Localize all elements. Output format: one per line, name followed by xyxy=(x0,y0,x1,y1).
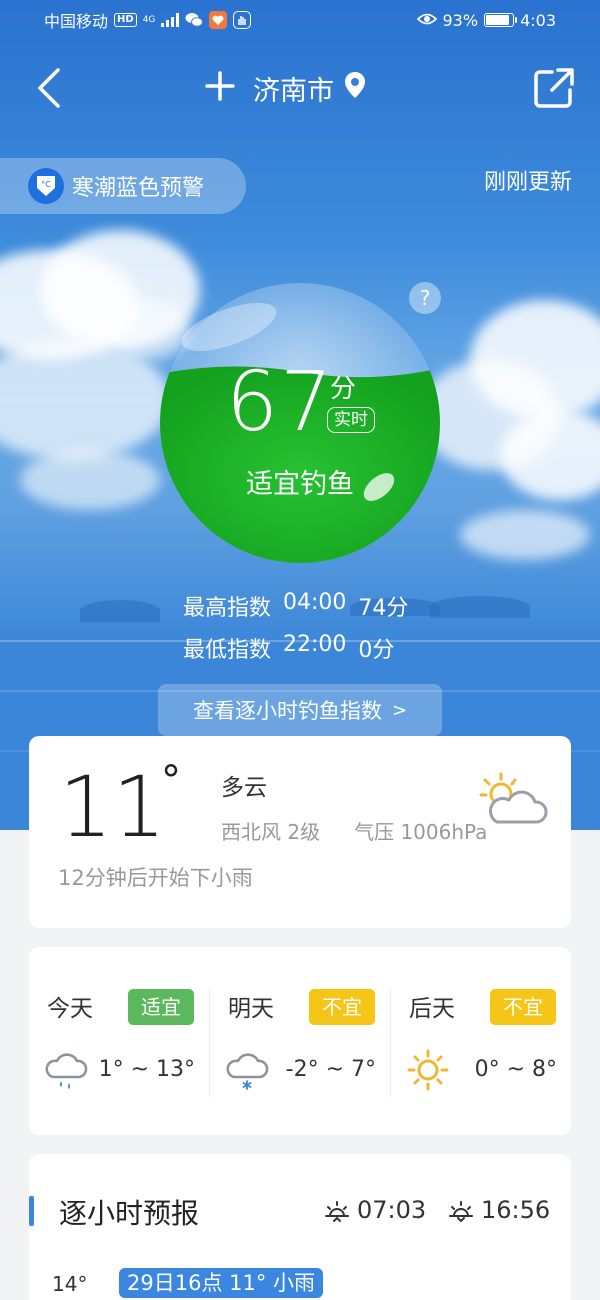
score-unit: 分 xyxy=(330,374,357,404)
help-button[interactable]: ? xyxy=(409,282,441,314)
network-type: 4G xyxy=(142,14,156,25)
partly-cloudy-icon xyxy=(475,770,549,834)
min-index-value: 0分 xyxy=(358,638,395,663)
health-app-icon xyxy=(209,11,228,29)
forecast-day-label: 后天 xyxy=(409,996,455,1022)
fishing-level-label: 适宜钓鱼 xyxy=(246,469,354,500)
share-button[interactable] xyxy=(532,66,576,110)
battery-percent: 93% xyxy=(442,10,479,30)
fishing-suitability-badge: 不宜 xyxy=(309,989,375,1025)
carrier-name: 中国移动 xyxy=(44,12,109,31)
hourly-fishing-index-button[interactable]: 查看逐小时钓鱼指数 > xyxy=(158,684,442,736)
hourly-fishing-index-label: 查看逐小时钓鱼指数 xyxy=(192,699,382,723)
wind-pressure-row: 西北风 2级 气压 1006hPa xyxy=(221,816,487,845)
sunset-icon xyxy=(449,1201,473,1223)
add-city-icon[interactable] xyxy=(205,68,235,108)
current-condition: 多云 xyxy=(221,775,267,801)
sunset-time: 16:56 xyxy=(447,1196,550,1224)
island xyxy=(80,600,160,622)
forecast-day-after[interactable]: 后天 不宜 0° ~ 8° xyxy=(391,947,571,1135)
hourly-forecast-card: 逐小时预报 07:03 16:56 14° 29日16点 11° 小雨 xyxy=(29,1154,571,1300)
rain-notice: 12分钟后开始下小雨 xyxy=(58,866,253,890)
city-selector[interactable]: 济南市 xyxy=(205,66,366,110)
gesture-icon xyxy=(233,11,252,29)
sunny-icon xyxy=(405,1047,451,1093)
share-icon xyxy=(534,68,574,108)
cloud xyxy=(460,510,590,560)
back-button[interactable] xyxy=(32,66,66,110)
light-rain-icon xyxy=(43,1047,89,1093)
chevron-left-icon xyxy=(38,68,60,108)
hourly-tooltip: 29日16点 11° 小雨 xyxy=(119,1268,324,1298)
forecast-temp-range: 1° ~ 13° xyxy=(98,1057,195,1082)
realtime-badge: 实时 xyxy=(327,407,375,433)
forecast-today[interactable]: 今天 适宜 1° ~ 13° xyxy=(29,947,209,1135)
section-accent-bar xyxy=(29,1196,34,1226)
chevron-right-icon: > xyxy=(391,699,408,721)
forecast-temp-range: -2° ~ 7° xyxy=(285,1057,376,1082)
status-bar: 中国移动 HD 4G 93% 4:03 xyxy=(0,0,600,40)
wechat-icon xyxy=(185,11,204,29)
signal-icon xyxy=(161,13,180,27)
snow-icon xyxy=(224,1047,270,1093)
max-index-time: 04:00 xyxy=(283,590,347,615)
alert-label: 寒潮蓝色预警 xyxy=(72,176,205,201)
status-bar-right: 93% 4:03 xyxy=(416,10,556,30)
svg-text:°C: °C xyxy=(41,180,51,189)
forecast-day-label: 今天 xyxy=(47,996,93,1022)
hourly-temp-scale-label: 14° xyxy=(52,1272,88,1296)
max-index-label: 最高指数 xyxy=(183,596,272,621)
pressure-info: 气压 1006hPa xyxy=(354,820,488,844)
min-index-time: 22:00 xyxy=(283,632,347,657)
location-pin-icon xyxy=(344,71,366,106)
eye-comfort-icon xyxy=(416,11,437,30)
city-name: 济南市 xyxy=(253,75,334,107)
wind-info: 西北风 2级 xyxy=(221,820,321,844)
cold-wave-warning-icon: °C xyxy=(28,168,64,204)
sunset-value: 16:56 xyxy=(481,1196,551,1224)
degree-symbol: ° xyxy=(161,758,181,804)
hourly-forecast-title: 逐小时预报 xyxy=(59,1197,200,1230)
sunrise-time: 07:03 xyxy=(323,1196,426,1224)
min-index-row: 最低指数 22:00 0分 xyxy=(183,632,394,664)
fishing-score-value: 67 xyxy=(226,355,335,450)
app-header: 济南市 xyxy=(0,58,600,118)
hd-badge: HD xyxy=(114,13,137,27)
current-weather-card[interactable]: 11 ° 多云 西北风 2级 气压 1006hPa 12分钟后开始下小雨 xyxy=(29,736,571,928)
cold-wave-alert-button[interactable]: °C 寒潮蓝色预警 xyxy=(0,158,246,214)
status-bar-left: 中国移动 HD 4G xyxy=(44,8,252,32)
current-temperature: 11 xyxy=(59,758,166,856)
island xyxy=(430,596,530,618)
fishing-suitability-badge: 适宜 xyxy=(128,989,194,1025)
sunrise-value: 07:03 xyxy=(357,1196,427,1224)
battery-fill xyxy=(486,15,510,25)
three-day-forecast-card: 今天 适宜 1° ~ 13° 明天 不宜 -2° ~ 7° 后天 不宜 0° ~… xyxy=(29,947,571,1135)
min-index-label: 最低指数 xyxy=(183,638,272,663)
sunrise-icon xyxy=(325,1201,349,1222)
battery-icon xyxy=(484,13,518,27)
clock: 4:03 xyxy=(520,10,556,30)
max-index-row: 最高指数 04:00 74分 xyxy=(183,590,408,622)
update-status: 刚刚更新 xyxy=(483,170,572,195)
forecast-day-label: 明天 xyxy=(228,996,274,1022)
forecast-tomorrow[interactable]: 明天 不宜 -2° ~ 7° xyxy=(210,947,390,1135)
max-index-value: 74分 xyxy=(358,596,409,621)
forecast-temp-range: 0° ~ 8° xyxy=(474,1057,557,1082)
fishing-suitability-badge: 不宜 xyxy=(490,989,556,1025)
